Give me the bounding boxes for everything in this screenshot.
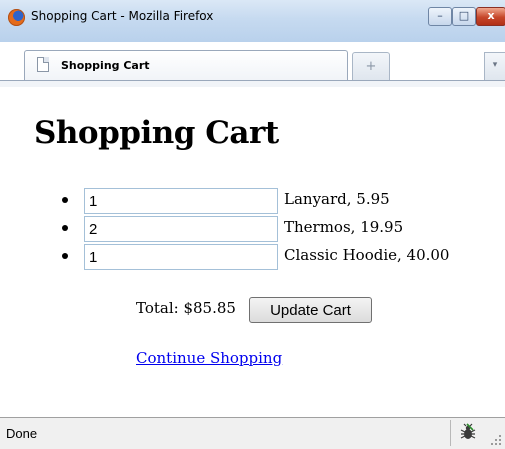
quantity-input[interactable] [84, 244, 278, 270]
bullet-icon [62, 253, 68, 259]
bullet-icon [62, 225, 68, 231]
status-text: Done [6, 426, 38, 441]
page-content: Shopping Cart Lanyard, 5.95 Thermos, 19.… [0, 87, 505, 412]
bullet-icon [62, 197, 68, 203]
new-tab-button[interactable]: + [352, 52, 390, 80]
item-label: Classic Hoodie, 40.00 [284, 246, 450, 264]
browser-window: Shopping Cart - Mozilla Firefox – □ x Sh… [0, 0, 505, 449]
chevron-down-icon: ▾ [492, 60, 498, 70]
close-button[interactable]: x [476, 7, 505, 26]
tab-shopping-cart[interactable]: Shopping Cart [24, 50, 348, 80]
toolbar-divider [0, 80, 505, 87]
tab-label: Shopping Cart [61, 59, 150, 72]
continue-shopping-link[interactable]: Continue Shopping [136, 349, 282, 367]
item-label: Lanyard, 5.95 [284, 190, 390, 208]
quantity-input[interactable] [84, 188, 278, 214]
close-icon: x [487, 9, 495, 22]
status-bar: Done [0, 417, 505, 449]
quantity-input[interactable] [84, 216, 278, 242]
minimize-button[interactable]: – [428, 7, 452, 26]
window-title: Shopping Cart - Mozilla Firefox [31, 9, 214, 23]
firefox-icon [8, 9, 25, 26]
bug-icon[interactable] [458, 423, 478, 443]
page-title: Shopping Cart [34, 115, 279, 151]
item-label: Thermos, 19.95 [284, 218, 404, 236]
resize-grip-icon[interactable] [490, 434, 502, 446]
maximize-icon: □ [458, 9, 470, 22]
title-bar: Shopping Cart - Mozilla Firefox – □ x [0, 0, 505, 42]
minimize-icon: – [437, 9, 443, 22]
cart-total: Total: $85.85 [136, 299, 236, 317]
tab-list-button[interactable]: ▾ [484, 52, 505, 80]
update-cart-button[interactable]: Update Cart [249, 297, 372, 323]
plus-icon: + [365, 59, 377, 74]
page-icon [37, 57, 49, 72]
status-divider [450, 420, 451, 446]
tab-bar: Shopping Cart + ▾ [0, 50, 505, 80]
maximize-button[interactable]: □ [452, 7, 476, 26]
